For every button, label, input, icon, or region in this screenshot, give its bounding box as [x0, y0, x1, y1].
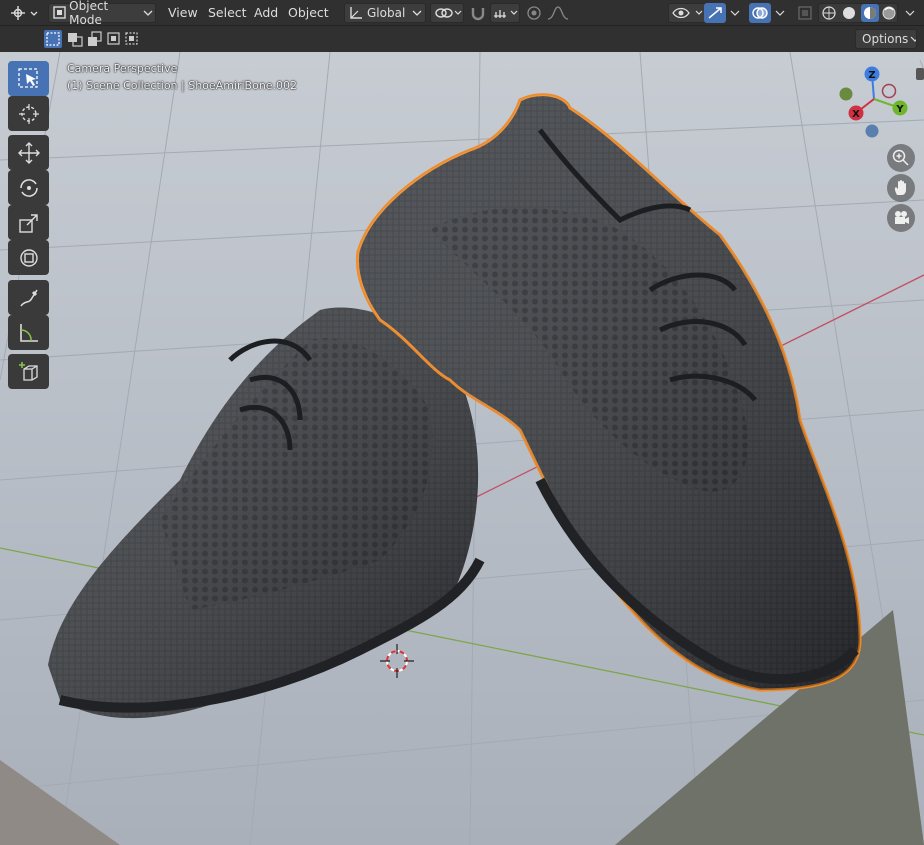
proportional-edit-icon	[527, 6, 541, 20]
tool-settings-bar: Options	[0, 26, 924, 52]
move-icon	[17, 141, 40, 164]
options-dropdown[interactable]: Options	[855, 29, 917, 49]
magnet-icon	[471, 8, 485, 21]
3d-viewport[interactable]: Camera Perspective (1) Scene Collection …	[0, 52, 924, 845]
object-mode-icon	[53, 6, 66, 19]
overlays-toggle[interactable]	[749, 3, 771, 23]
pivot-point-dropdown[interactable]	[430, 3, 464, 23]
cursor-icon	[18, 103, 39, 124]
navigation-gizmo[interactable]: Z Y X	[834, 65, 914, 145]
shading-buttons-icon	[822, 4, 896, 22]
add-cube-icon	[18, 361, 38, 381]
xray-toggle[interactable]	[795, 3, 815, 23]
falloff-dropdown[interactable]	[546, 3, 574, 23]
editor-type-icon	[11, 6, 38, 20]
camera-view-icon	[895, 211, 909, 224]
view-name: Camera Perspective	[67, 62, 178, 75]
menu-add[interactable]: Add	[254, 5, 278, 20]
measure-tool[interactable]	[8, 315, 49, 350]
gizmo-icon	[708, 7, 722, 19]
rotate-icon	[19, 178, 38, 197]
chevron-down-icon	[910, 36, 916, 42]
zoom-button[interactable]	[887, 144, 915, 172]
eye-icon	[672, 7, 703, 19]
scene-render	[0, 52, 924, 845]
falloff-curve-icon	[547, 6, 569, 20]
shading-dropdown[interactable]	[902, 3, 918, 23]
selection-mode-group	[44, 30, 140, 48]
neg-y-axis-ball[interactable]	[839, 87, 853, 101]
orientation-axes-icon	[350, 7, 362, 19]
rotate-tool[interactable]	[8, 170, 49, 205]
chevron-down-icon	[905, 10, 915, 16]
move-tool[interactable]	[8, 135, 49, 170]
proportional-edit-toggle[interactable]	[524, 3, 544, 23]
measure-icon	[19, 323, 38, 342]
orientation-label: Global	[367, 6, 406, 20]
snap-toggle[interactable]	[468, 3, 488, 23]
pivot-link-icon	[435, 8, 462, 18]
selection-mode-icons	[44, 30, 138, 48]
sidebar-toggle[interactable]	[916, 68, 924, 80]
transform-icon	[19, 248, 38, 267]
overlays-dropdown[interactable]	[773, 3, 787, 23]
zoom-icon	[892, 149, 909, 166]
xray-icon	[798, 6, 812, 20]
visibility-dropdown[interactable]	[668, 3, 708, 23]
scale-icon	[18, 213, 38, 233]
chevron-down-icon	[775, 10, 785, 16]
chevron-down-icon	[412, 10, 422, 16]
add-cube-tool[interactable]	[8, 354, 49, 389]
menu-select[interactable]: Select	[208, 5, 247, 20]
mode-dropdown[interactable]: Object Mode	[48, 0, 156, 27]
gizmo-dropdown[interactable]	[728, 3, 742, 23]
select-box-tool[interactable]	[8, 61, 49, 96]
overlays-icon	[752, 7, 768, 19]
editor-type-button[interactable]	[6, 3, 40, 23]
menu-view[interactable]: View	[168, 5, 198, 20]
shading-modes	[818, 3, 898, 23]
y-axis-label: Y	[895, 104, 904, 115]
select-box-icon	[17, 67, 38, 88]
z-axis-label: Z	[868, 70, 875, 81]
viewport-header: Object Mode View Select Add Object Globa…	[0, 0, 924, 27]
gizmo-toggle[interactable]	[704, 3, 726, 23]
cursor-tool[interactable]	[8, 96, 49, 131]
menu-object[interactable]: Object	[288, 5, 329, 20]
collection-info: (1) Scene Collection | ShoeAmiriBone.002	[67, 79, 298, 92]
camera-view-button[interactable]	[887, 204, 915, 232]
annotate-tool[interactable]	[8, 280, 49, 315]
options-label: Options	[862, 32, 909, 46]
neg-x-axis-ball[interactable]	[881, 83, 897, 99]
snap-increment-icon	[494, 10, 518, 18]
transform-tool[interactable]	[8, 240, 49, 275]
chevron-down-icon	[730, 10, 740, 16]
snap-target-dropdown[interactable]	[490, 3, 520, 23]
mode-label: Object Mode	[69, 0, 109, 27]
scale-tool[interactable]	[8, 205, 49, 240]
pan-hand-icon	[894, 180, 906, 195]
neg-z-axis-ball[interactable]	[865, 124, 879, 138]
chevron-down-icon	[143, 10, 152, 16]
annotate-icon	[19, 289, 38, 306]
pan-button[interactable]	[887, 174, 915, 202]
transform-orientation-dropdown[interactable]: Global	[344, 3, 426, 23]
x-axis-label: X	[852, 109, 860, 120]
